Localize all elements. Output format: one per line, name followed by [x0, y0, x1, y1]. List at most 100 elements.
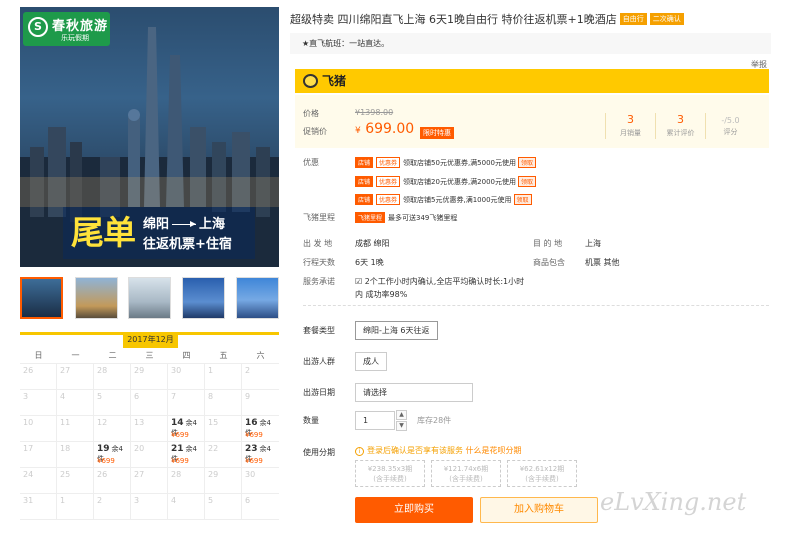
installment-note: i 登录后确认是否享有该服务 什么是花呗分期	[355, 445, 522, 456]
quantity-increase-button[interactable]: ▲	[396, 410, 407, 420]
banner-to: 上海	[199, 217, 226, 232]
calendar-day: 20	[131, 442, 168, 468]
day-number: 28	[97, 366, 108, 375]
thumbnail-5[interactable]	[236, 277, 279, 319]
stat-reviews[interactable]: 3 累计评价	[655, 113, 705, 139]
includes-label: 商品包含	[533, 258, 565, 267]
calendar-day: 31	[20, 494, 57, 520]
day-number: 5	[97, 392, 103, 401]
calendar-day: 4	[57, 390, 94, 416]
installment-option-3[interactable]: ¥238.35x3期 (含手续费)	[355, 460, 425, 487]
claim-coupon-button[interactable]: 领取	[513, 194, 532, 205]
stat-value: -/5.0	[721, 116, 740, 125]
banner-route: 绵阳 上海	[143, 213, 225, 232]
travel-agency-logo: S 春秋旅游 乐玩假期	[23, 12, 110, 46]
coupon-text: 领取店铺5元优惠券,满1000元使用	[403, 196, 512, 204]
quantity-input[interactable]: 1	[355, 411, 395, 430]
day-number: 30	[171, 366, 182, 375]
day-number: 7	[171, 392, 177, 401]
day-number: 11	[60, 418, 71, 427]
travel-date-picker[interactable]: 请选择	[355, 383, 473, 402]
arrow-right-icon	[172, 221, 197, 227]
original-price: ¥1398.00	[355, 108, 394, 117]
calendar-day[interactable]: 21 余4件 ¥699	[168, 442, 205, 468]
day-number: 19	[97, 444, 110, 454]
day-number: 30	[245, 470, 256, 479]
calendar-day: 11	[57, 416, 94, 442]
stat-label: 评分	[723, 128, 738, 136]
brand-name: 飞猪	[322, 74, 347, 88]
package-label: 套餐类型	[303, 326, 335, 335]
tag-free-travel: 自由行	[619, 13, 647, 25]
installment-fee-note: (含手续费)	[373, 475, 407, 483]
calendar-day: 18	[57, 442, 94, 468]
thumbnail-1[interactable]	[20, 277, 63, 319]
promo-price: ¥ 699.00	[355, 121, 414, 137]
day-number: 29	[134, 366, 145, 375]
promo-price-label: 促销价	[303, 127, 327, 136]
add-to-cart-button[interactable]: 加入购物车	[480, 497, 598, 523]
product-main-image: S 春秋旅游 乐玩假期 尾单 绵阳 上海 往返机票+住宿	[20, 7, 279, 267]
calendar-month[interactable]: 2017年12月	[123, 332, 178, 348]
day-price: ¥699	[171, 457, 189, 465]
installment-option-12[interactable]: ¥62.61x12期 (含手续费)	[507, 460, 577, 487]
coupon-tag-type: 优惠券	[376, 157, 401, 168]
claim-coupon-button[interactable]: 领取	[517, 176, 536, 187]
package-option[interactable]: 绵阳-上海 6天往返	[355, 321, 438, 340]
promotions-label: 优惠	[303, 158, 319, 167]
calendar-day: 1	[205, 364, 242, 390]
calendar-day: 3	[20, 390, 57, 416]
mileage-tag: 飞猪里程	[355, 212, 386, 223]
day-number: 4	[171, 496, 177, 505]
day-number: 25	[60, 470, 71, 479]
calendar-day: 2	[94, 494, 131, 520]
calendar-day: 10	[20, 416, 57, 442]
buy-now-button[interactable]: 立即购买	[355, 497, 473, 523]
day-number: 9	[245, 392, 251, 401]
calendar-day: 13	[131, 416, 168, 442]
claim-coupon-button[interactable]: 领取	[517, 157, 536, 168]
banner-from: 绵阳	[143, 217, 170, 232]
stock-count: 库存28件	[417, 416, 452, 425]
calendar-day: 26	[20, 364, 57, 390]
day-number: 6	[134, 392, 140, 401]
quantity-decrease-button[interactable]: ▼	[396, 421, 407, 431]
coupon-tag-type: 优惠券	[376, 194, 401, 205]
mileage-row: 飞猪里程 最多可送349飞猪里程	[355, 212, 457, 223]
calendar-day[interactable]: 19 余4件 ¥699	[94, 442, 131, 468]
thumbnail-4[interactable]	[182, 277, 225, 319]
thumbnail-3[interactable]	[128, 277, 171, 319]
mileage-label: 飞猪里程	[303, 213, 335, 222]
day-number: 22	[208, 444, 219, 453]
installment-option-6[interactable]: ¥121.74x6期 (含手续费)	[431, 460, 501, 487]
stat-rating: -/5.0 评分	[705, 113, 755, 139]
day-number: 13	[134, 418, 145, 427]
day-number: 17	[23, 444, 34, 453]
day-price: ¥699	[245, 457, 263, 465]
day-number: 23	[245, 444, 258, 454]
day-price: ¥699	[97, 457, 115, 465]
weekday-label: 六	[256, 351, 265, 360]
calendar-day: 27	[57, 364, 94, 390]
logo-mark: S	[28, 17, 48, 37]
calendar-day: 15	[205, 416, 242, 442]
weekday-label: 五	[219, 351, 228, 360]
installment-amount: ¥238.35x3期	[367, 465, 413, 473]
calendar-day[interactable]: 23 余4件 ¥699	[242, 442, 279, 468]
day-number: 18	[60, 444, 71, 453]
service-line-2: 内 成功率98%	[355, 290, 408, 299]
calendar-day[interactable]: 14 余4件 ¥699	[168, 416, 205, 442]
installment-help-link[interactable]: 什么是花呗分期	[466, 446, 522, 455]
product-title: 超级特卖 四川绵阳直飞上海 6天1晚自由行 特价往返机票+1晚酒店 自由行 二次确认	[290, 11, 684, 27]
fliggy-logo-icon	[303, 74, 318, 88]
calendar-day[interactable]: 16 余4件 ¥699	[242, 416, 279, 442]
calendar-weekdays: 日一二三四五六	[20, 348, 279, 364]
calendar-day: 29	[205, 468, 242, 494]
thumbnail-strip	[20, 277, 280, 319]
day-number: 29	[208, 470, 219, 479]
coupon-row: 店铺 优惠券 领取店铺5元优惠券,满1000元使用 领取	[355, 194, 535, 205]
installment-fee-note: (含手续费)	[449, 475, 483, 483]
thumbnail-2[interactable]	[75, 277, 118, 319]
people-option[interactable]: 成人	[355, 352, 387, 371]
stat-label: 月销量	[620, 129, 641, 137]
